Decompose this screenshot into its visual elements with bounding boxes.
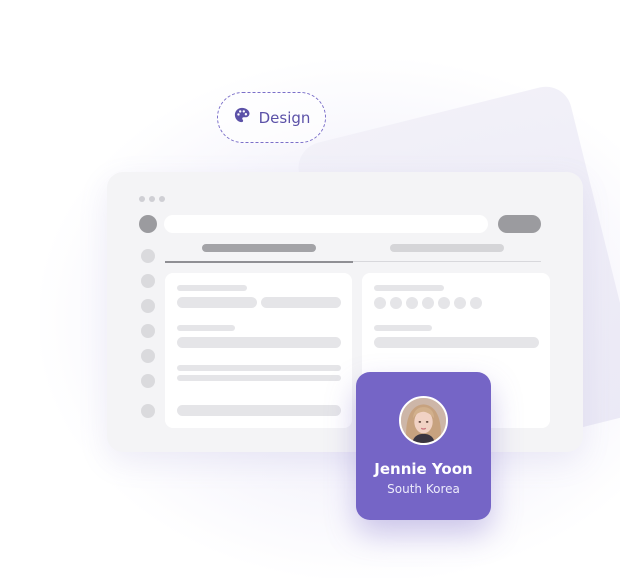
window-controls xyxy=(139,196,165,202)
left-content-panel xyxy=(165,273,352,428)
palette-icon xyxy=(233,106,251,129)
profile-country: South Korea xyxy=(387,482,460,496)
text-line-placeholder xyxy=(177,365,341,371)
dot-placeholder xyxy=(374,297,386,309)
button-placeholder xyxy=(498,215,541,233)
text-line-placeholder xyxy=(374,285,444,291)
sidebar-item-placeholder xyxy=(141,374,155,388)
search-bar-placeholder xyxy=(164,215,488,233)
design-tag[interactable]: Design xyxy=(217,92,326,143)
text-line-placeholder xyxy=(177,285,247,291)
text-line-placeholder xyxy=(177,297,257,308)
dot-placeholder xyxy=(470,297,482,309)
sidebar-item-placeholder xyxy=(141,404,155,418)
design-tag-label: Design xyxy=(258,108,311,127)
sidebar-item-placeholder xyxy=(141,274,155,288)
sidebar-item-placeholder xyxy=(141,349,155,363)
tab-2-placeholder xyxy=(390,244,504,252)
dot-placeholder xyxy=(438,297,450,309)
profile-avatar xyxy=(399,396,448,445)
tab-1-placeholder xyxy=(202,244,316,252)
window-dot xyxy=(149,196,155,202)
text-line-placeholder xyxy=(374,325,432,331)
window-dot xyxy=(159,196,165,202)
text-line-placeholder xyxy=(177,325,235,331)
profile-card[interactable]: Jennie Yoon South Korea xyxy=(356,372,491,520)
sidebar-item-placeholder xyxy=(141,299,155,313)
tab-divider xyxy=(353,261,541,262)
sidebar-item-placeholder xyxy=(141,324,155,338)
text-line-placeholder xyxy=(374,337,539,348)
active-tab-indicator xyxy=(165,261,353,263)
dot-placeholder xyxy=(406,297,418,309)
profile-name: Jennie Yoon xyxy=(374,460,473,478)
text-line-placeholder xyxy=(177,405,341,416)
text-line-placeholder xyxy=(261,297,341,308)
dot-placeholder xyxy=(390,297,402,309)
dot-placeholder xyxy=(454,297,466,309)
avatar-placeholder xyxy=(139,215,157,233)
text-line-placeholder xyxy=(177,337,341,348)
dot-placeholder xyxy=(422,297,434,309)
sidebar-item-placeholder xyxy=(141,249,155,263)
app-window-mockup xyxy=(107,172,583,452)
window-dot xyxy=(139,196,145,202)
text-line-placeholder xyxy=(177,375,341,381)
